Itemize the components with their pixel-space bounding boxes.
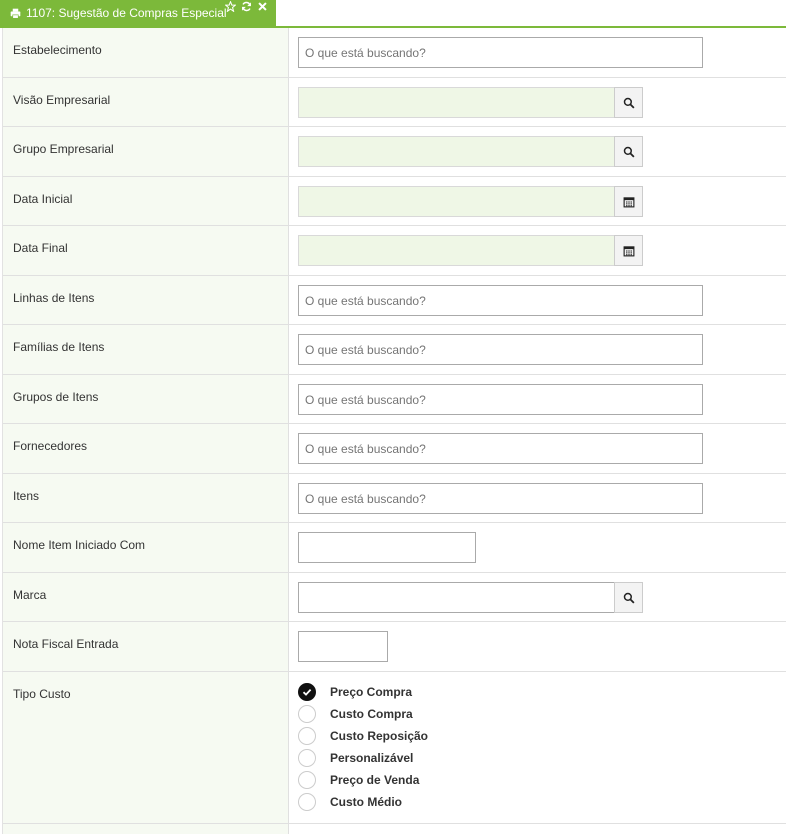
calendar-icon [623,245,634,256]
marca-field[interactable] [298,582,624,613]
visao-search-button[interactable] [614,87,643,118]
radio-option-custo-compra[interactable]: Custo Compra [298,703,428,725]
radio-option-personalizavel[interactable]: Personalizável [298,747,428,769]
radio-option-preco-venda[interactable]: Preço de Venda [298,769,428,791]
row-grupos-itens: Grupos de Itens [3,375,786,424]
field-label: Fornecedores [3,424,289,473]
radio-label: Custo Compra [330,707,413,721]
radio-unchecked-icon[interactable] [298,749,316,767]
familias-itens-input[interactable] [298,334,703,365]
row-marca: Marca [3,573,786,622]
close-icon[interactable] [257,1,268,12]
data-inicial-calendar-button[interactable] [614,186,643,217]
tab-title: 1107: Sugestão de Compras Especial [26,6,227,20]
data-inicial-field[interactable] [298,186,624,217]
radio-option-custo-reposicao[interactable]: Custo Reposição [298,725,428,747]
filter-form: Estabelecimento Visão Empresarial Grupo … [2,28,786,834]
row-visao-empresarial: Visão Empresarial [3,78,786,127]
check-icon [302,688,312,696]
radio-option-custo-medio[interactable]: Custo Médio [298,791,428,813]
print-icon[interactable] [10,8,21,19]
row-nome-item: Nome Item Iniciado Com [3,523,786,573]
field-label: Visão Empresarial [3,78,289,126]
nome-item-input[interactable] [298,532,476,563]
field-label: Data Inicial [3,177,289,225]
star-icon[interactable] [225,1,236,12]
row-tipo-custo: Tipo Custo Preço Compra Custo Compra Cus… [3,672,786,824]
radio-label: Custo Reposição [330,729,429,743]
row-linhas-itens: Linhas de Itens [3,276,786,325]
radio-unchecked-icon[interactable] [298,771,316,789]
field-label: Tipo Custo [3,672,289,823]
row-fornecedores: Fornecedores [3,424,786,474]
row-nota-fiscal: Nota Fiscal Entrada [3,622,786,672]
row-familias-itens: Famílias de Itens [3,325,786,375]
marca-search-button[interactable] [614,582,643,613]
data-final-field[interactable] [298,235,624,266]
visao-empresarial-field[interactable] [298,87,624,118]
refresh-icon[interactable] [241,1,252,12]
row-estabelecimento: Estabelecimento [3,28,786,78]
field-label: Nome Item Iniciado Com [3,523,289,572]
nota-fiscal-input[interactable] [298,631,388,662]
radio-unchecked-icon[interactable] [298,705,316,723]
grupo-empresarial-field[interactable] [298,136,624,167]
field-label: Itens [3,474,289,522]
row-grupo-empresarial: Grupo Empresarial [3,127,786,177]
calendar-icon [623,196,634,207]
row-itens: Itens [3,474,786,523]
search-icon [623,592,635,604]
estabelecimento-input[interactable] [298,37,703,68]
radio-unchecked-icon[interactable] [298,727,316,745]
field-label: Marca [3,573,289,621]
radio-label: Custo Médio [330,795,402,809]
field-label: Nota Fiscal Entrada [3,622,289,671]
field-label: Grupos de Itens [3,375,289,423]
grupo-empresarial-search-button[interactable] [614,136,643,167]
tipo-custo-radio-group: Preço Compra Custo Compra Custo Reposiçã… [298,681,428,813]
search-icon [623,97,635,109]
radio-unchecked-icon[interactable] [298,793,316,811]
radio-option-preco-compra[interactable]: Preço Compra [298,681,428,703]
field-label: Estabelecimento [3,28,289,77]
field-label: Grupo Empresarial [3,127,289,176]
radio-label: Personalizável [330,751,414,765]
radio-label: Preço de Venda [330,773,420,787]
row-data-inicial: Data Inicial [3,177,786,226]
field-label: Famílias de Itens [3,325,289,374]
linhas-itens-input[interactable] [298,285,703,316]
field-label: Linhas de Itens [3,276,289,324]
radio-checked-icon[interactable] [298,683,316,701]
search-icon [623,146,635,158]
radio-label: Preço Compra [330,685,413,699]
data-final-calendar-button[interactable] [614,235,643,266]
grupos-itens-input[interactable] [298,384,703,415]
row-next-partial [3,824,786,834]
itens-input[interactable] [298,483,703,514]
report-tab[interactable]: 1107: Sugestão de Compras Especial [0,0,276,26]
row-data-final: Data Final [3,226,786,276]
fornecedores-input[interactable] [298,433,703,464]
field-label: Data Final [3,226,289,275]
